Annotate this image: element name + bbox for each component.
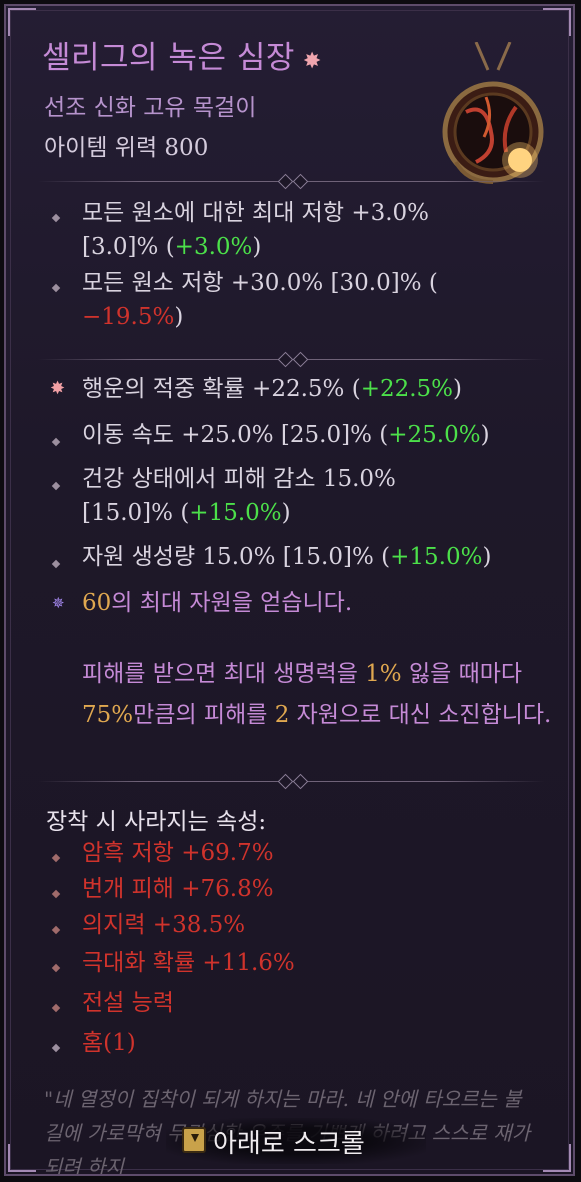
affix-bullet-icon [50, 558, 61, 569]
unique-power: 피해를 받으면 최대 생명력을 1% 잃을 때마다 75%만큼의 피해를 2 자… [82, 661, 552, 728]
affix-bullet-icon [50, 436, 61, 447]
affix-bullet-icon [50, 1002, 61, 1013]
lost-affix: 홈(1) [82, 1030, 136, 1056]
affix-resist-max: 모든 원소에 대한 최대 저항 +3.0% [3.0]% (+3.0%) [82, 200, 430, 260]
affix-damage-reduction: 건강 상태에서 피해 감소 15.0% [15.0]% (+15.0%) [82, 466, 396, 526]
frame-corner [543, 8, 571, 36]
affix-bullet-icon [50, 212, 61, 223]
divider [38, 173, 545, 190]
affix-resource-gen: 자원 생성량 15.0% [15.0]% (+15.0%) [82, 544, 492, 570]
affix-bullet-icon [50, 1042, 61, 1053]
scroll-down-icon[interactable] [182, 1127, 206, 1153]
divider [38, 351, 545, 368]
mythic-star-icon: ✸ [302, 49, 322, 74]
affix-lucky-hit: 행운의 적중 확률 +22.5% (+22.5%) [82, 376, 463, 402]
item-power: 아이템 위력 800 [44, 135, 209, 161]
affix-bullet-icon [50, 852, 61, 863]
greater-affix-star-icon: ✸ [50, 378, 66, 399]
affix-bullet-icon [50, 282, 61, 293]
affix-bullet-icon [50, 924, 61, 935]
item-tooltip: 셀리그의 녹은 심장 ✸ 선조 신화 고유 목걸이 아이템 위력 800 모든 원… [4, 4, 575, 1176]
amulet-icon [442, 42, 544, 184]
item-type: 선조 신화 고유 목걸이 [44, 95, 257, 121]
divider [38, 773, 545, 790]
affix-bullet-icon [50, 962, 61, 973]
lost-affix: 전설 능력 [82, 990, 174, 1016]
frame-corner [543, 1144, 571, 1172]
lost-affix: 암흑 저항 +69.7% [82, 840, 274, 866]
affix-bullet-icon [50, 480, 61, 491]
bonus-star-icon: ✵ [52, 594, 65, 612]
scroll-down-label[interactable]: 아래로 스크롤 [213, 1123, 365, 1160]
lost-affix: 번개 피해 +76.8% [82, 876, 274, 902]
frame-corner [8, 1144, 36, 1172]
lost-affix: 극대화 확률 +11.6% [82, 950, 295, 976]
lost-properties-header: 장착 시 사라지는 속성: [46, 809, 267, 835]
item-name: 셀리그의 녹은 심장 ✸ [42, 40, 322, 76]
frame-corner [8, 8, 36, 36]
affix-move-speed: 이동 속도 +25.0% [25.0]% (+25.0%) [82, 422, 490, 448]
affix-bullet-icon [50, 888, 61, 899]
lost-affix: 의지력 +38.5% [82, 912, 246, 938]
affix-max-resource: 60의 최대 자원을 얻습니다. [82, 590, 353, 616]
affix-resist-all: 모든 원소 저항 +30.0% [30.0]% ( −19.5%) [82, 270, 438, 330]
